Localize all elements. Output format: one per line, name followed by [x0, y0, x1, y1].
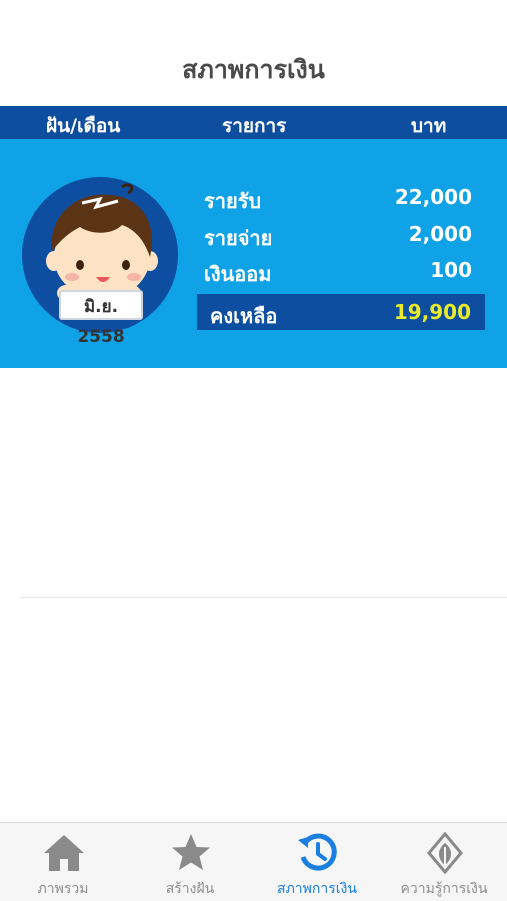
savings-value: 100: [430, 258, 472, 282]
divider: [20, 597, 507, 598]
history-icon: [298, 833, 337, 871]
home-icon: [44, 835, 84, 871]
balance-value: 19,900: [393, 300, 471, 324]
income-label: รายรับ: [204, 189, 262, 213]
tab-bar: ภาพรวม สร้างฝัน สภาพการเงิน ความรู้การเง…: [0, 822, 507, 901]
tab-financial-status-label: สภาพการเงิน: [277, 881, 357, 897]
column-header-dream-month: ฝัน/เดือน: [46, 115, 121, 137]
tab-financial-knowledge-label: ความรู้การเงิน: [400, 881, 488, 897]
income-value: 22,000: [394, 185, 472, 209]
balance-row: คงเหลือ 19,900: [197, 294, 485, 330]
avatar: มิ.ย. 2558: [22, 177, 178, 347]
column-header-bar: ฝัน/เดือน รายการ บาท: [0, 106, 507, 139]
expense-label: รายจ่าย: [204, 226, 273, 250]
income-row: รายรับ 22,000: [204, 183, 474, 213]
star-icon: [172, 834, 210, 870]
tab-financial-knowledge[interactable]: ความรู้การเงิน: [381, 823, 507, 901]
tab-overview[interactable]: ภาพรวม: [0, 823, 126, 901]
monthly-summary-card[interactable]: มิ.ย. 2558 รายรับ 22,000 รายจ่าย 2,000 เ…: [0, 139, 507, 368]
savings-label: เงินออม: [204, 262, 272, 286]
tab-create-dream[interactable]: สร้างฝัน: [127, 823, 253, 901]
column-header-baht: บาท: [411, 115, 447, 137]
expense-value: 2,000: [408, 222, 472, 246]
balance-label: คงเหลือ: [210, 304, 278, 328]
tab-overview-label: ภาพรวม: [37, 881, 89, 897]
page-title: สภาพการเงิน: [182, 55, 325, 84]
leaf-knowledge-icon: [427, 831, 463, 875]
savings-row: เงินออม 100: [204, 256, 474, 286]
column-header-item: รายการ: [222, 115, 287, 137]
expense-row: รายจ่าย 2,000: [204, 220, 474, 250]
month-badge: มิ.ย. 2558: [59, 290, 143, 347]
tab-create-dream-label: สร้างฝัน: [165, 881, 215, 897]
tab-financial-status[interactable]: สภาพการเงิน: [254, 823, 380, 901]
